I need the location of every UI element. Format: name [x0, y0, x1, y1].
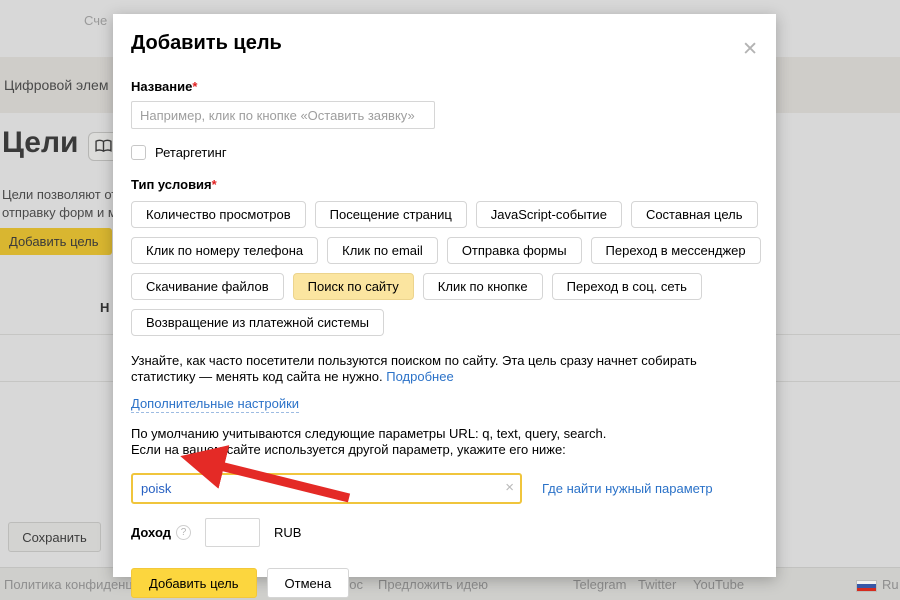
type-row-2: Клик по номеру телефона Клик по email От… [131, 237, 756, 264]
clear-input-icon[interactable]: × [505, 479, 514, 496]
save-button[interactable]: Сохранить [8, 522, 101, 552]
page-title: Цели [2, 126, 78, 160]
type-chip-payment-return[interactable]: Возвращение из платежной системы [131, 309, 384, 336]
url-params-text: По умолчанию учитываются следующие парам… [131, 426, 756, 458]
add-goal-modal: Добавить цель ✕ Название* Ретаргетинг Ти… [113, 14, 776, 577]
type-chip-file-download[interactable]: Скачивание файлов [131, 273, 284, 300]
table-header-name: Н [100, 300, 109, 315]
type-row-3: Скачивание файлов Поиск по сайту Клик по… [131, 273, 756, 300]
top-nav-item-truncated[interactable]: Сче [84, 13, 107, 28]
type-chip-phone-click[interactable]: Клик по номеру телефона [131, 237, 318, 264]
language-switcher[interactable]: Ru [882, 577, 899, 592]
goal-name-input[interactable] [131, 101, 435, 129]
url-params-line1: По умолчанию учитываются следующие парам… [131, 426, 756, 442]
submit-add-goal-button[interactable]: Добавить цель [131, 568, 257, 598]
type-chip-page-visit[interactable]: Посещение страниц [315, 201, 467, 228]
type-row-4: Возвращение из платежной системы [131, 309, 756, 336]
type-chip-pageviews[interactable]: Количество просмотров [131, 201, 306, 228]
language-flag-icon [856, 580, 877, 592]
type-chip-button-click[interactable]: Клик по кнопке [423, 273, 543, 300]
close-icon[interactable]: ✕ [742, 40, 758, 59]
required-asterisk: * [212, 177, 217, 192]
goals-description-line1: Цели позволяют от [2, 187, 117, 202]
advanced-settings-link[interactable]: Дополнительные настройки [131, 396, 299, 413]
retargeting-label: Ретаргетинг [155, 145, 227, 160]
retargeting-row: Ретаргетинг [131, 145, 756, 160]
revenue-row: Доход ? RUB [131, 518, 756, 547]
book-icon [95, 139, 112, 154]
modal-title: Добавить цель [131, 32, 756, 55]
type-chip-social[interactable]: Переход в соц. сеть [552, 273, 702, 300]
find-param-link[interactable]: Где найти нужный параметр [542, 481, 713, 496]
app-root: Сче Цифровой элем Цели Цели позволяют от… [0, 0, 900, 600]
type-info-text: Узнайте, как часто посетители пользуются… [131, 353, 763, 385]
type-chip-form-submit[interactable]: Отправка формы [447, 237, 582, 264]
type-chip-js-event[interactable]: JavaScript-событие [476, 201, 622, 228]
retargeting-checkbox[interactable] [131, 145, 146, 160]
revenue-label: Доход [131, 525, 171, 540]
type-chip-messenger[interactable]: Переход в мессенджер [591, 237, 761, 264]
type-row-1: Количество просмотров Посещение страниц … [131, 201, 756, 228]
param-input-wrap: × [131, 473, 522, 504]
counter-name-label: Цифровой элем [4, 77, 108, 93]
background-add-goal-button[interactable]: Добавить цель [0, 228, 112, 255]
type-chip-site-search-selected[interactable]: Поиск по сайту [293, 273, 414, 300]
name-label-text: Название [131, 79, 192, 94]
condition-type-label-text: Тип условия [131, 177, 212, 192]
name-label: Название* [131, 79, 756, 94]
required-asterisk: * [192, 79, 197, 94]
search-param-input[interactable] [131, 473, 522, 504]
question-icon[interactable]: ? [176, 525, 191, 540]
goals-description-line2: отправку форм и м [2, 205, 117, 220]
currency-label: RUB [274, 525, 301, 540]
param-input-row: × Где найти нужный параметр [131, 473, 756, 504]
learn-more-link[interactable]: Подробнее [386, 369, 453, 384]
condition-type-label: Тип условия* [131, 177, 756, 192]
type-chip-composite[interactable]: Составная цель [631, 201, 758, 228]
type-chip-email-click[interactable]: Клик по email [327, 237, 438, 264]
cancel-button[interactable]: Отмена [267, 568, 350, 598]
url-params-line2: Если на вашем сайте используется другой … [131, 442, 756, 458]
revenue-input[interactable] [205, 518, 260, 547]
modal-actions: Добавить цель Отмена [131, 568, 756, 598]
